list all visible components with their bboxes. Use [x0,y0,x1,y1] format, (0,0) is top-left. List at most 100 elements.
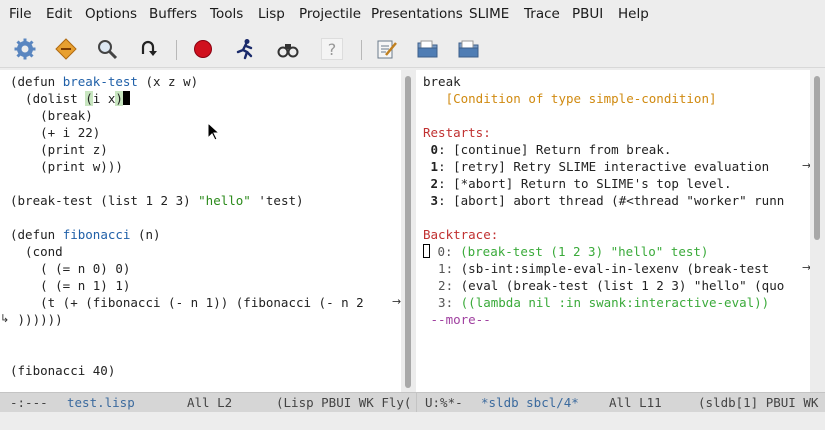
menu-file[interactable]: File [9,6,32,22]
line-wrap-icon: → [392,295,401,308]
left-scrollbar-thumb[interactable] [405,76,411,388]
help-icon[interactable]: ? [321,38,343,60]
right-token: ] Return to SLIME's top level. [505,176,732,191]
left-line: (break-test (list 1 2 3) "hello" 'test) [10,192,304,209]
menu-projectile[interactable]: Projectile [299,6,361,22]
menu-slime[interactable]: SLIME [469,6,509,22]
left-line: ( (= n 1) 1) [10,277,130,294]
menu-bar: File Edit Options Buffers Tools Lisp Pro… [0,0,825,28]
right-scrollbar-thumb[interactable] [814,76,820,240]
right-line: [Condition of type simple-condition] [423,90,717,107]
menu-help[interactable]: Help [618,6,649,22]
left-token: (+ i 22) [10,125,101,140]
left-token: (x z w) [137,74,199,89]
menu-buffers[interactable]: Buffers [149,6,197,22]
left-line: (cond [10,243,63,260]
menu-tools[interactable]: Tools [210,6,243,22]
editor-area: (defun break-test (x z w) (dolist (i x) … [0,70,825,392]
left-line: (dolist (i x) [10,90,130,107]
left-token: i x [92,91,116,106]
left-buffer-status: -:--- [10,395,48,410]
right-token: abort [460,193,499,208]
right-line: 1: [retry] Retry SLIME interactive evalu… [423,158,777,175]
toolbar-separator [361,40,362,60]
binoculars-icon[interactable] [277,38,299,60]
right-token: 3 [423,193,439,208]
left-line: (defun break-test (x z w) [10,73,198,90]
menu-pbui[interactable]: PBUI [572,6,603,22]
right-line: Restarts: [423,124,491,141]
left-token: (defun [10,227,63,242]
left-token: (cond [10,244,63,259]
left-token: (dolist [10,91,86,106]
right-line: break [423,73,461,90]
left-line: )))))) [10,311,63,328]
left-buffer-name[interactable]: test.lisp [67,395,135,410]
right-token: *abort [460,176,506,191]
mode-line-divider [416,393,417,413]
menu-presentations[interactable]: Presentations [371,6,463,22]
right-token: retry [460,159,499,174]
left-token: ( (= n 0) 0) [10,261,131,276]
right-token: Backtrace: [423,227,499,242]
undo-icon[interactable] [137,38,159,60]
right-token: 2 [423,176,439,191]
mouse-pointer-icon [207,121,221,145]
menu-edit[interactable]: Edit [46,6,72,22]
right-token: ] abort thread (#<thread "worker" runn [498,193,785,208]
text-cursor [122,91,130,105]
left-token: (n) [130,227,161,242]
left-scrollbar[interactable] [401,70,416,392]
record-icon[interactable] [192,38,214,60]
left-token: ) [115,91,123,106]
debugger-window[interactable]: break [Condition of type simple-conditio… [416,70,810,392]
left-line: (t (+ (fibonacci (- n 1)) (fibonacci (- … [10,294,364,311]
right-token: (eval (break-test (list 1 2 3) "hello" (… [460,278,785,293]
right-token: 0 [423,142,439,157]
toolbar: ? [0,30,825,68]
menu-options[interactable]: Options [85,6,137,22]
right-buffer-name[interactable]: *sldb sbcl/4* [481,395,579,410]
left-modes[interactable]: (Lisp PBUI WK Fly( [276,395,416,410]
right-line: 0: (break-test (1 2 3) "hello" test) [423,243,708,260]
right-token: (break-test (1 2 3) "hello" test) [460,244,709,259]
menu-lisp[interactable]: Lisp [258,6,285,22]
right-token: Restarts: [423,125,491,140]
left-token: (defun [10,74,63,89]
right-token: 1: [423,261,461,276]
left-token: (break) [10,108,93,123]
menu-trace[interactable]: Trace [524,6,560,22]
right-modes[interactable]: (sldb[1] PBUI WK [698,395,825,410]
right-token: ] Return from break. [520,142,672,157]
right-token: : [ [438,193,461,208]
minibuffer[interactable] [0,412,825,430]
source-window[interactable]: (defun break-test (x z w) (dolist (i x) … [0,70,401,392]
right-scrollbar[interactable] [810,70,825,392]
left-line: (print z) [10,141,108,158]
right-line: 0: [continue] Return from break. [423,141,672,158]
right-token: : [ [438,142,461,157]
runner-icon[interactable] [234,38,256,60]
frame-cursor [423,244,430,258]
right-position: All L11 [609,395,662,410]
right-token: continue [460,142,521,157]
right-buffer-status: U:%*- [425,395,463,410]
right-line: 2: [*abort] Return to SLIME's top level. [423,175,732,192]
left-token: break-test [62,74,138,89]
folder-icon[interactable] [458,38,480,60]
left-token: 'test) [250,193,304,208]
folder-icon[interactable] [417,38,439,60]
left-token: (break-test (list 1 2 3) [10,193,199,208]
left-token: (print z) [10,142,108,157]
tag-icon[interactable] [55,38,77,60]
search-icon[interactable] [96,38,118,60]
line-continuation-icon: ↳ [0,312,10,325]
gear-icon[interactable] [14,38,36,60]
edit-icon[interactable] [376,38,398,60]
right-line: Backtrace: [423,226,498,243]
right-token: ((lambda nil :in swank:interactive-eval)… [460,295,770,310]
left-line: ( (= n 0) 0) [10,260,130,277]
right-line: 1: (sb-int:simple-eval-in-lexenv (break-… [423,260,777,277]
left-token: "hello" [198,193,251,208]
right-line: 3: [abort] abort thread (#<thread "worke… [423,192,785,209]
